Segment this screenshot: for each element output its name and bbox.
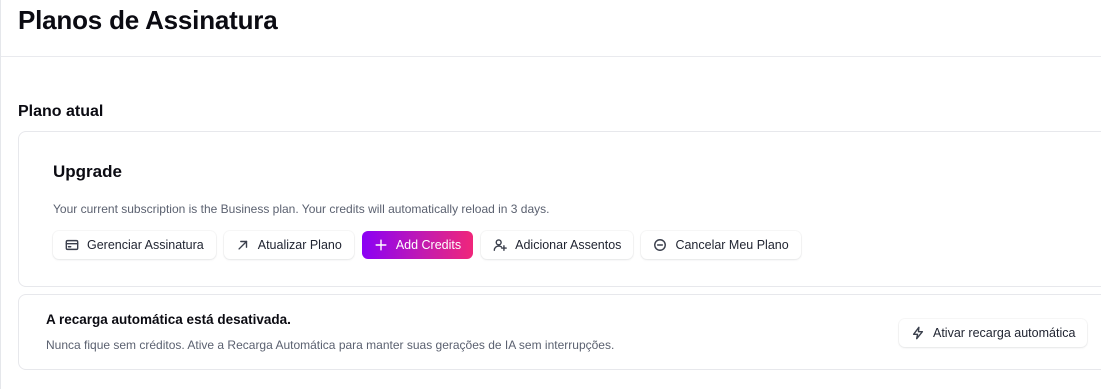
add-seats-label: Adicionar Assentos <box>515 238 622 252</box>
update-plan-label: Atualizar Plano <box>257 238 342 252</box>
current-plan-card: Upgrade Your current subscription is the… <box>18 131 1101 287</box>
circle-minus-icon <box>653 238 667 252</box>
enable-auto-reload-button[interactable]: Ativar recarga automática <box>899 319 1088 347</box>
auto-reload-card: A recarga automática está desativada. Nu… <box>18 294 1101 370</box>
update-plan-button[interactable]: Atualizar Plano <box>223 231 354 259</box>
page-title: Planos de Assinatura <box>18 5 278 35</box>
auto-reload-title: A recarga automática está desativada. <box>46 312 291 327</box>
section-title-current-plan: Plano atual <box>18 103 104 120</box>
page: Planos de Assinatura Plano atual Upgrade… <box>0 0 1101 389</box>
auto-reload-description: Nunca fique sem créditos. Ative a Recarg… <box>46 338 615 352</box>
user-plus-icon <box>493 238 507 252</box>
add-credits-button[interactable]: Add Credits <box>361 231 474 259</box>
arrow-up-right-icon <box>236 238 250 252</box>
cancel-plan-button[interactable]: Cancelar Meu Plano <box>641 231 801 259</box>
card-title: Upgrade <box>53 162 122 181</box>
lightning-icon <box>911 326 925 340</box>
add-seats-button[interactable]: Adicionar Assentos <box>481 231 634 259</box>
enable-auto-reload-label: Ativar recarga automática <box>933 326 1076 340</box>
add-credits-label: Add Credits <box>395 238 462 252</box>
plan-actions: Gerenciar Assinatura Atualizar Plano Add… <box>53 231 801 259</box>
page-header: Planos de Assinatura <box>1 0 1101 57</box>
manage-subscription-label: Gerenciar Assinatura <box>87 238 204 252</box>
subscription-description: Your current subscription is the Busines… <box>53 202 550 216</box>
cancel-plan-label: Cancelar Meu Plano <box>675 238 789 252</box>
manage-subscription-button[interactable]: Gerenciar Assinatura <box>53 231 216 259</box>
plus-icon <box>374 238 388 252</box>
credit-card-icon <box>65 238 79 252</box>
